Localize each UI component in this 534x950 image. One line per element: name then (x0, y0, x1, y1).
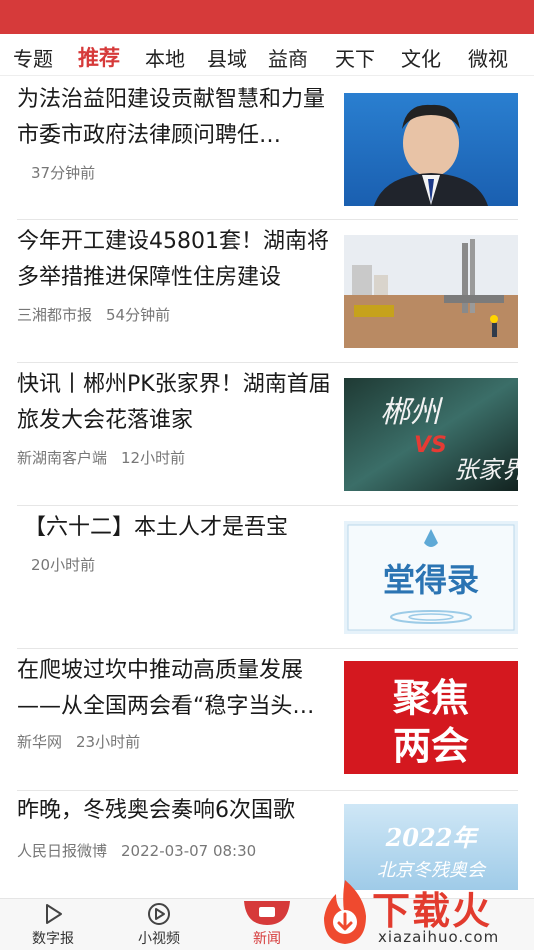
tab-tuijian[interactable]: 推荐 (78, 42, 120, 72)
news-thumbnail (344, 235, 518, 348)
news-source: 三湘都市报 (17, 306, 93, 324)
news-title: 今年开工建设45801套！湖南将多举措推进保障性住房建设 (17, 229, 329, 290)
zhangjiajie-text: 张家界 (454, 456, 518, 484)
tab-tianxia[interactable]: 天下 (335, 43, 375, 72)
news-thumbnail (344, 93, 518, 206)
watermark-url: xiazaihuo.com (378, 928, 500, 946)
news-time: 54分钟前 (106, 306, 171, 324)
news-item[interactable]: 【六十二】本土人才是吾宝 20小时前 堂得录 (0, 508, 534, 648)
news-meta: 新湖南客户端 12小时前 (17, 447, 185, 468)
news-thumbnail: 聚焦 两会 (344, 661, 518, 774)
nav-digital-paper[interactable]: 数字报 (13, 901, 93, 948)
news-item[interactable]: 快讯丨郴州PK张家界！湖南首届旅发大会花落谁家 新湖南客户端 12小时前 郴州 V… (0, 365, 534, 505)
channel-tabs: 专题 推荐 本地 县域 益商 天下 文化 微视 (0, 34, 534, 76)
news-item[interactable]: 为法治益阳建设贡献智慧和力量 市委市政府法律顾问聘任… 37分钟前 (0, 80, 534, 220)
divider (17, 790, 518, 791)
tab-zhuanti[interactable]: 专题 (13, 43, 53, 72)
nav-label: 数字报 (32, 931, 74, 947)
news-item[interactable]: 今年开工建设45801套！湖南将多举措推进保障性住房建设 三湘都市报 54分钟前 (0, 222, 534, 362)
tab-xianyu[interactable]: 县域 (207, 43, 247, 72)
focus-line1-text: 聚焦 (392, 675, 469, 720)
divider (17, 362, 518, 363)
news-thumbnail: 堂得录 (344, 521, 518, 634)
nav-news[interactable]: 新闻 (227, 901, 307, 948)
tab-yishang[interactable]: 益商 (268, 43, 308, 72)
focus-line2-text: 两会 (393, 723, 469, 768)
tangdelu-text: 堂得录 (383, 561, 479, 599)
video-play-icon (148, 903, 170, 925)
news-meta: 20小时前 (31, 554, 95, 575)
status-bar (0, 0, 534, 34)
news-source: 新湖南客户端 (17, 449, 108, 467)
news-title: 昨晚，冬残奥会奏响6次国歌 (17, 798, 295, 823)
news-source: 人民日报微博 (17, 842, 108, 860)
divider (17, 505, 518, 506)
news-title: 在爬坡过坎中推动高质量发展——从全国两会看“稳字当头… (17, 658, 315, 719)
watermark-logo: 下载火 xiazaihuo.com (312, 876, 534, 950)
news-time: 12小时前 (121, 449, 186, 467)
divider (17, 648, 518, 649)
nav-short-video[interactable]: 小视频 (119, 901, 199, 948)
chenzhou-text: 郴州 (380, 395, 444, 430)
news-thumbnail: 郴州 VS 张家界 (344, 378, 518, 491)
tab-weishi[interactable]: 微视 (468, 43, 508, 72)
tab-wenhua[interactable]: 文化 (401, 43, 441, 72)
news-meta: 三湘都市报 54分钟前 (17, 304, 170, 325)
divider (17, 219, 518, 220)
para-year-text: 2022年 (385, 823, 480, 852)
vs-text: VS (414, 433, 447, 458)
news-source: 新华网 (17, 733, 63, 751)
news-meta: 人民日报微博 2022-03-07 08:30 (17, 840, 256, 861)
news-meta: 新华网 23小时前 (17, 731, 140, 752)
news-home-icon (244, 901, 290, 925)
news-time: 23小时前 (76, 733, 141, 751)
news-title: 为法治益阳建设贡献智慧和力量 市委市政府法律顾问聘任… (17, 87, 326, 148)
news-item[interactable]: 在爬坡过坎中推动高质量发展——从全国两会看“稳字当头… 新华网 23小时前 聚焦 … (0, 651, 534, 791)
flame-logo-icon (324, 880, 366, 944)
watermark-title: 下载火 (372, 889, 493, 933)
news-title: 快讯丨郴州PK张家界！湖南首届旅发大会花落谁家 (17, 372, 331, 433)
nav-label: 小视频 (138, 931, 180, 947)
news-time: 37分钟前 (31, 164, 96, 182)
news-time: 2022-03-07 08:30 (121, 842, 257, 860)
news-title: 【六十二】本土人才是吾宝 (24, 515, 289, 540)
newspaper-play-icon (46, 904, 62, 924)
tab-bendi[interactable]: 本地 (145, 43, 185, 72)
nav-label: 新闻 (253, 931, 281, 947)
news-time: 20小时前 (31, 556, 96, 574)
news-meta: 37分钟前 (31, 162, 95, 183)
